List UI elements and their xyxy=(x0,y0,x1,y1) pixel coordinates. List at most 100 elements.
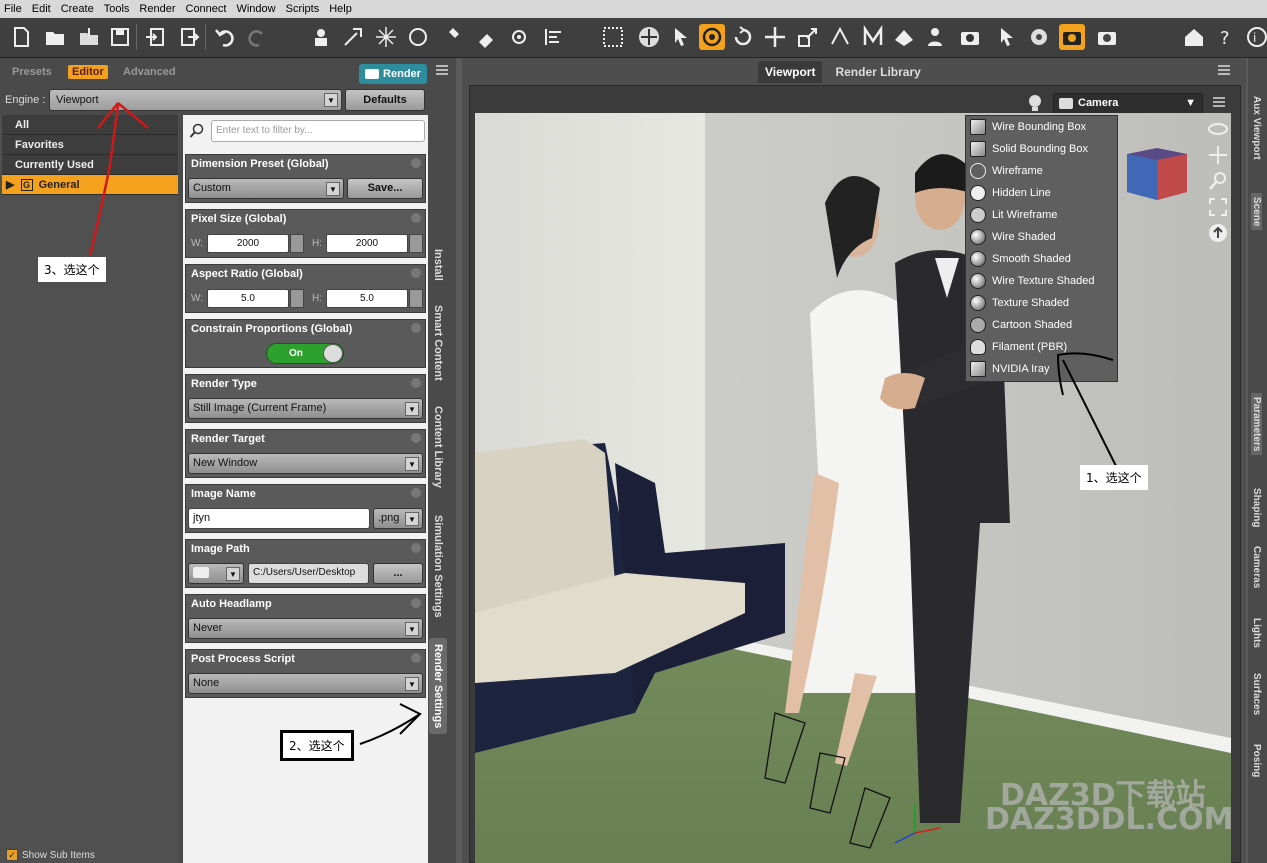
category-general[interactable]: ▶ G General xyxy=(2,175,178,195)
post-process-select[interactable]: None ▼ xyxy=(188,673,423,694)
pointlight-icon[interactable] xyxy=(437,24,463,50)
menu-create[interactable]: Create xyxy=(61,3,94,15)
render-camera-icon[interactable] xyxy=(1059,24,1085,50)
gear-icon[interactable] xyxy=(411,268,421,278)
region-nav-icon[interactable] xyxy=(891,24,917,50)
merge-icon[interactable] xyxy=(76,24,102,50)
zoom-icon[interactable] xyxy=(1207,170,1229,192)
tab-posing[interactable]: Posing xyxy=(1251,744,1262,777)
auto-headlamp-select[interactable]: Never ▼ xyxy=(188,618,423,639)
new-file-icon[interactable] xyxy=(8,24,34,50)
grid-icon[interactable] xyxy=(600,24,626,50)
redo-icon[interactable] xyxy=(244,24,270,50)
gear-icon[interactable] xyxy=(411,378,421,388)
menu-item-wire-shaded[interactable]: Wire Shaded xyxy=(966,226,1117,248)
menu-item-nvidia-iray[interactable]: NVIDIA Iray xyxy=(966,358,1117,380)
figure-icon[interactable] xyxy=(922,24,948,50)
menu-item-smooth-shaded[interactable]: Smooth Shaded xyxy=(966,248,1117,270)
active-pose-icon[interactable] xyxy=(699,24,725,50)
reset-view-icon[interactable] xyxy=(1207,222,1229,244)
defaults-button[interactable]: Defaults xyxy=(345,89,425,111)
node-tool-icon[interactable] xyxy=(474,24,500,50)
select-arrow-icon[interactable] xyxy=(668,24,694,50)
dimension-preset-select[interactable]: Custom ▼ xyxy=(188,178,344,199)
gear-icon[interactable] xyxy=(411,323,421,333)
menu-tools[interactable]: Tools xyxy=(104,3,130,15)
tab-viewport[interactable]: Viewport xyxy=(758,61,823,83)
figure-setup-icon[interactable] xyxy=(305,24,331,50)
render-target-select[interactable]: New Window ▼ xyxy=(188,453,423,474)
gear-icon[interactable] xyxy=(411,488,421,498)
tab-presets[interactable]: Presets xyxy=(12,66,52,78)
spark-icon[interactable] xyxy=(373,24,399,50)
category-favorites[interactable]: Favorites xyxy=(2,135,178,155)
menu-item-filament-pbr[interactable]: Filament (PBR) xyxy=(966,336,1117,358)
export-icon[interactable] xyxy=(176,24,202,50)
home-icon[interactable] xyxy=(1181,24,1207,50)
tab-advanced[interactable]: Advanced xyxy=(123,66,176,78)
menu-window[interactable]: Window xyxy=(236,3,275,15)
menu-item-cartoon-shaded[interactable]: Cartoon Shaded xyxy=(966,314,1117,336)
render-type-select[interactable]: Still Image (Current Frame) ▼ xyxy=(188,398,423,419)
camera-select[interactable]: Camera ▼ xyxy=(1053,93,1203,115)
draw-style-icon[interactable] xyxy=(1026,93,1044,113)
tab-scene[interactable]: Scene xyxy=(1251,193,1262,231)
info-icon[interactable]: i xyxy=(1244,24,1267,50)
light-tool-icon[interactable] xyxy=(340,24,366,50)
tab-smart-content[interactable]: Smart Content xyxy=(432,305,444,381)
menu-edit[interactable]: Edit xyxy=(32,3,51,15)
image-path-field[interactable]: C:/Users/User/Desktop xyxy=(248,563,369,584)
gear-icon[interactable] xyxy=(411,598,421,608)
tab-simulation-settings[interactable]: Simulation Settings xyxy=(432,515,444,618)
geometry-editor-icon[interactable] xyxy=(860,24,886,50)
aspect-width-field[interactable]: 5.0 xyxy=(207,289,289,308)
menu-render[interactable]: Render xyxy=(139,3,175,15)
surface-selection-icon[interactable] xyxy=(827,24,853,50)
menu-item-wire-texture-shaded[interactable]: Wire Texture Shaded xyxy=(966,270,1117,292)
menu-item-wire-bounding-box[interactable]: Wire Bounding Box xyxy=(966,116,1117,138)
help-icon[interactable]: ? xyxy=(1213,24,1239,50)
tab-parameters[interactable]: Parameters xyxy=(1251,393,1262,456)
render-button[interactable]: Render xyxy=(359,64,427,84)
open-folder-icon[interactable] xyxy=(42,24,68,50)
render-icon[interactable] xyxy=(1094,24,1120,50)
pixel-width-stepper[interactable] xyxy=(290,234,304,253)
scale-icon[interactable] xyxy=(795,24,821,50)
view-cube[interactable] xyxy=(1123,144,1189,202)
tab-surfaces[interactable]: Surfaces xyxy=(1251,673,1262,715)
universal-tool-icon[interactable] xyxy=(636,24,662,50)
import-icon[interactable] xyxy=(143,24,169,50)
category-currently-used[interactable]: Currently Used xyxy=(2,155,178,175)
category-all[interactable]: All xyxy=(2,115,178,135)
tab-aux-viewport[interactable]: Aux Viewport xyxy=(1251,96,1262,160)
spotlight-icon[interactable] xyxy=(405,24,431,50)
joint-tool-icon[interactable] xyxy=(506,24,532,50)
save-icon[interactable] xyxy=(107,24,133,50)
pixel-width-field[interactable]: 2000 xyxy=(207,234,289,253)
gear-icon[interactable] xyxy=(411,433,421,443)
tab-lights[interactable]: Lights xyxy=(1251,618,1262,648)
browse-button[interactable]: ... xyxy=(373,563,423,584)
camera-tool-icon[interactable] xyxy=(957,24,983,50)
rotate-icon[interactable] xyxy=(730,24,756,50)
gear-icon[interactable] xyxy=(411,213,421,223)
menu-item-lit-wireframe[interactable]: Lit Wireframe xyxy=(966,204,1117,226)
frame-icon[interactable] xyxy=(1207,196,1229,218)
aspect-height-stepper[interactable] xyxy=(409,289,423,308)
pixel-height-stepper[interactable] xyxy=(409,234,423,253)
menu-help[interactable]: Help xyxy=(329,3,352,15)
gear-icon[interactable] xyxy=(411,653,421,663)
folder-select[interactable]: ▼ xyxy=(188,563,244,584)
pane-menu-icon[interactable] xyxy=(434,63,450,77)
tab-render-library[interactable]: Render Library xyxy=(828,61,927,83)
render-settings-icon[interactable] xyxy=(1026,24,1052,50)
filter-input[interactable]: Enter text to filter by... xyxy=(211,120,425,142)
menu-scripts[interactable]: Scripts xyxy=(286,3,320,15)
menu-item-solid-bounding-box[interactable]: Solid Bounding Box xyxy=(966,138,1117,160)
image-extension-select[interactable]: .png ▼ xyxy=(373,508,423,529)
aspect-height-field[interactable]: 5.0 xyxy=(326,289,408,308)
menu-item-hidden-line[interactable]: Hidden Line xyxy=(966,182,1117,204)
save-preset-button[interactable]: Save... xyxy=(347,178,423,199)
tab-editor[interactable]: Editor xyxy=(68,65,108,79)
pan-icon[interactable] xyxy=(1207,144,1229,166)
